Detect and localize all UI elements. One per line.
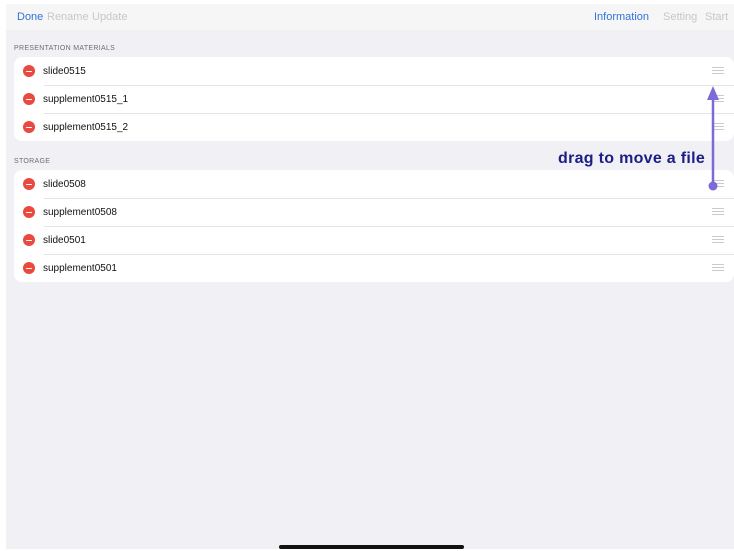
list-item[interactable]: supplement0515_1 bbox=[14, 85, 734, 113]
file-name: supplement0508 bbox=[43, 206, 117, 218]
delete-icon[interactable] bbox=[23, 121, 35, 133]
delete-icon[interactable] bbox=[23, 262, 35, 274]
start-button[interactable]: Start bbox=[705, 11, 728, 24]
home-indicator bbox=[279, 545, 464, 549]
top-toolbar: Done Rename Update Information Setting S… bbox=[6, 4, 734, 30]
reorder-handle-icon[interactable] bbox=[712, 264, 724, 272]
drag-arrow-icon bbox=[707, 86, 719, 191]
information-button[interactable]: Information bbox=[594, 11, 649, 24]
list-item[interactable]: slide0501 bbox=[14, 226, 734, 254]
file-name: slide0508 bbox=[43, 178, 86, 190]
rename-button[interactable]: Rename bbox=[47, 11, 89, 24]
file-name: slide0501 bbox=[43, 234, 86, 246]
app-screen: Done Rename Update Information Setting S… bbox=[6, 4, 734, 549]
section-header-presentation: PRESENTATION MATERIALS bbox=[14, 45, 116, 52]
delete-icon[interactable] bbox=[23, 93, 35, 105]
list-item[interactable]: supplement0508 bbox=[14, 198, 734, 226]
update-button[interactable]: Update bbox=[92, 11, 127, 24]
setting-button[interactable]: Setting bbox=[663, 11, 697, 24]
file-name: supplement0501 bbox=[43, 262, 117, 274]
presentation-list: slide0515 supplement0515_1 supplement051… bbox=[14, 57, 734, 141]
list-item[interactable]: slide0515 bbox=[14, 57, 734, 85]
drag-hint-text: drag to move a file bbox=[558, 150, 706, 167]
section-header-storage: STORAGE bbox=[14, 158, 51, 165]
delete-icon[interactable] bbox=[23, 206, 35, 218]
done-button[interactable]: Done bbox=[17, 11, 43, 24]
delete-icon[interactable] bbox=[23, 234, 35, 246]
file-name: supplement0515_2 bbox=[43, 121, 129, 133]
delete-icon[interactable] bbox=[23, 65, 35, 77]
storage-list: slide0508 supplement0508 slide0501 suppl… bbox=[14, 170, 734, 282]
reorder-handle-icon[interactable] bbox=[712, 67, 724, 75]
list-item[interactable]: supplement0515_2 bbox=[14, 113, 734, 141]
file-name: supplement0515_1 bbox=[43, 93, 129, 105]
delete-icon[interactable] bbox=[23, 178, 35, 190]
reorder-handle-icon[interactable] bbox=[712, 236, 724, 244]
reorder-handle-icon[interactable] bbox=[712, 208, 724, 216]
file-name: slide0515 bbox=[43, 65, 86, 77]
list-item[interactable]: slide0508 bbox=[14, 170, 734, 198]
list-item[interactable]: supplement0501 bbox=[14, 254, 734, 282]
